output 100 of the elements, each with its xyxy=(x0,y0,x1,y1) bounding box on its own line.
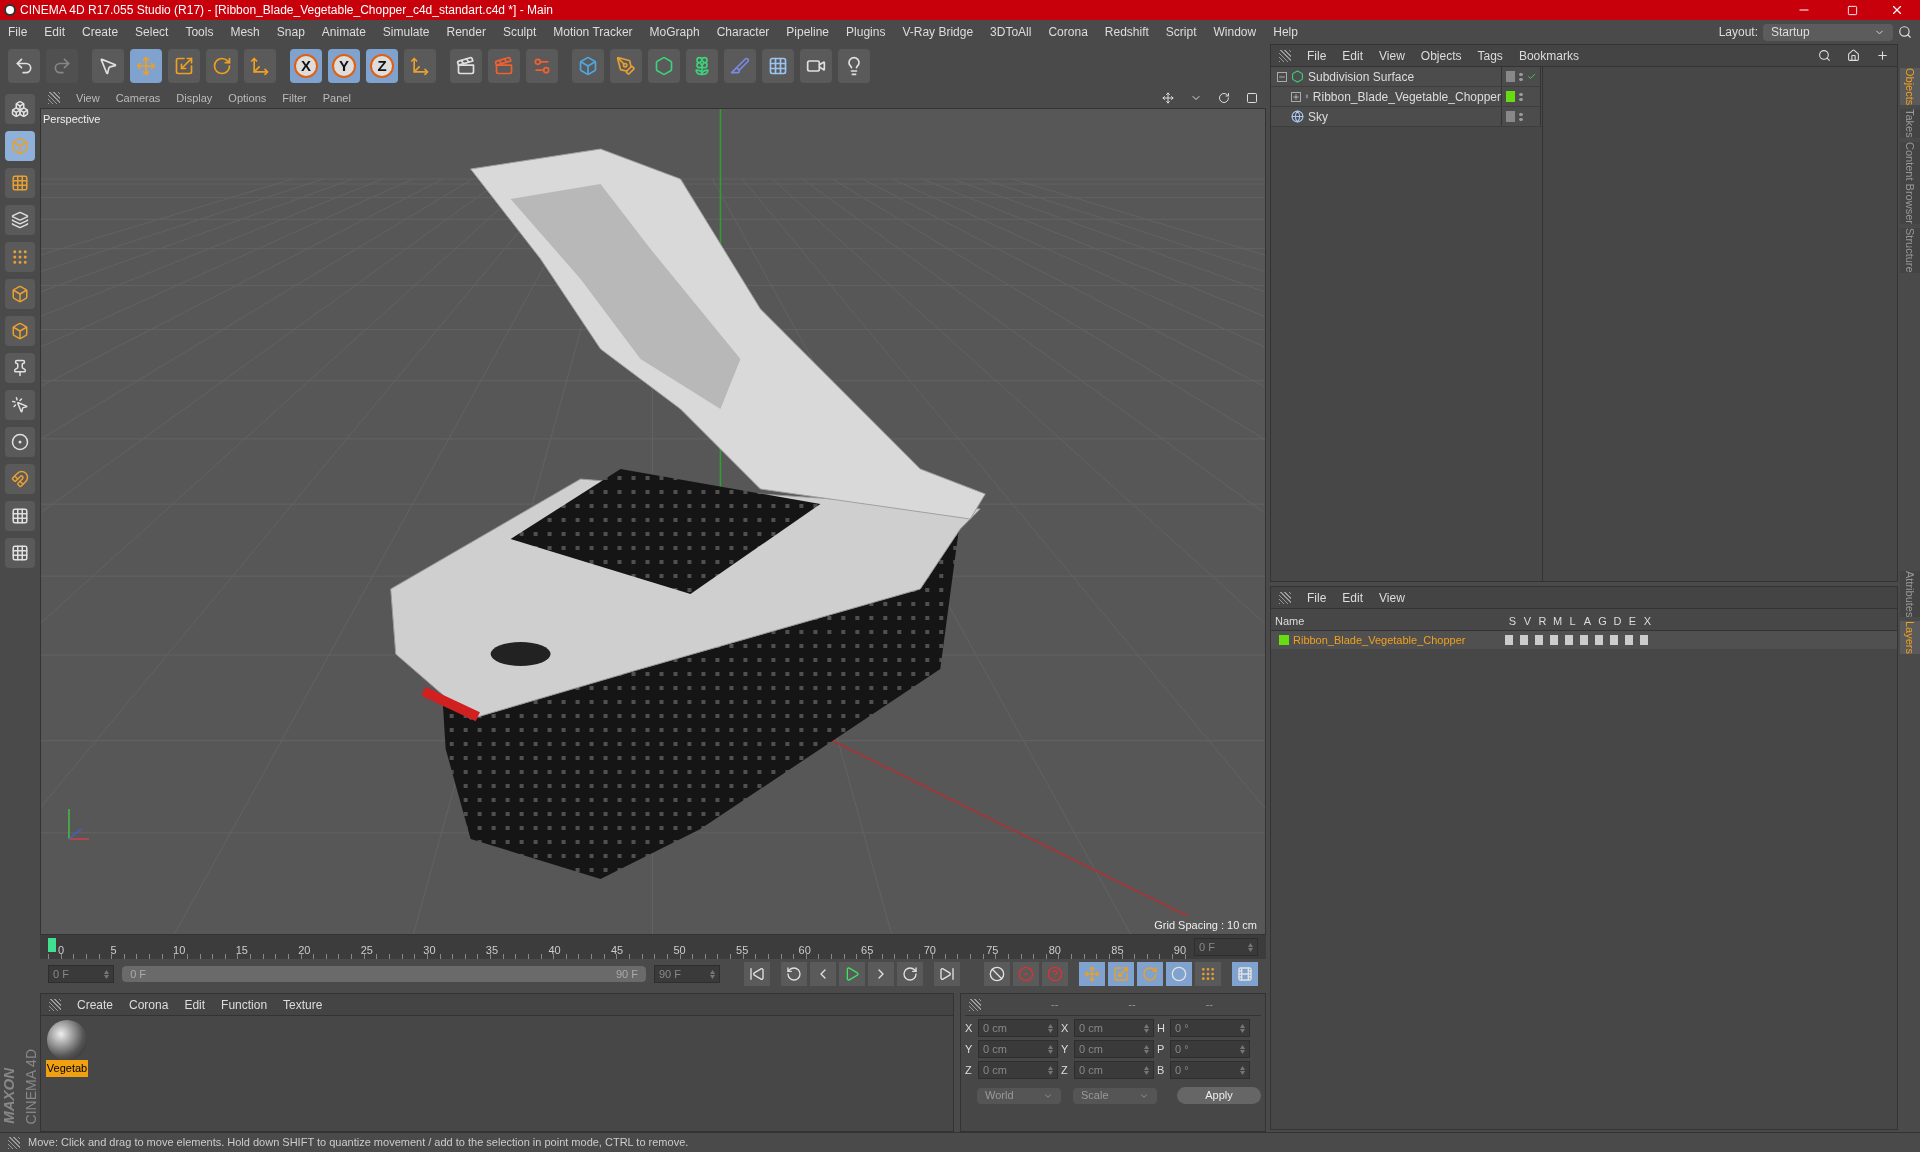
menu-item[interactable]: Help xyxy=(1273,23,1298,41)
mode-button[interactable] xyxy=(5,353,35,383)
rotation-field[interactable]: 0 ° xyxy=(1170,1061,1250,1079)
menu-item[interactable]: Tools xyxy=(185,23,214,41)
menu-item[interactable]: File xyxy=(1307,46,1327,65)
layout-dropdown[interactable]: Startup xyxy=(1763,23,1893,41)
menu-item[interactable]: Edit xyxy=(1342,588,1364,607)
spinner-arrows-icon[interactable] xyxy=(104,969,110,979)
toolbar-button[interactable] xyxy=(8,49,40,83)
menu-item[interactable]: File xyxy=(1307,588,1327,607)
menu-item[interactable]: View xyxy=(1379,588,1405,607)
toolbar-button[interactable] xyxy=(724,49,756,83)
check-icon[interactable] xyxy=(1526,71,1536,82)
toolbar-button[interactable]: Z xyxy=(366,49,398,83)
menu-item[interactable]: 3DToAll xyxy=(990,23,1032,41)
menu-item[interactable]: Edit xyxy=(44,23,66,41)
playback-button[interactable] xyxy=(868,962,894,986)
playback-button[interactable] xyxy=(781,962,807,986)
menu-item[interactable]: View xyxy=(1379,46,1405,65)
menu-item[interactable]: Corona xyxy=(1048,23,1088,41)
new-view-icon[interactable] xyxy=(1876,49,1889,62)
menu-item[interactable]: Window xyxy=(1213,23,1257,41)
animation-tool-button[interactable] xyxy=(984,962,1010,986)
side-tab[interactable]: Attributes xyxy=(1900,570,1920,618)
menu-item[interactable]: Plugins xyxy=(846,23,886,41)
frame-ruler[interactable]: 0 5 10 15 20 25 30 35 40 45 50 55 60 65 70 75 80 85 90 xyxy=(48,935,1186,959)
toolbar-button[interactable] xyxy=(572,49,604,83)
mode-button[interactable] xyxy=(5,279,35,309)
playback-button[interactable] xyxy=(934,962,960,986)
menu-item[interactable]: Character xyxy=(716,23,770,41)
playback-button[interactable] xyxy=(839,962,865,986)
orbit-icon[interactable] xyxy=(1218,92,1230,104)
menu-item[interactable]: File xyxy=(8,23,28,41)
toolbar-button[interactable] xyxy=(92,49,124,83)
toolbar-button[interactable] xyxy=(648,49,680,83)
playback-button[interactable] xyxy=(810,962,836,986)
search-icon[interactable] xyxy=(1818,49,1831,62)
maximize-icon[interactable] xyxy=(1847,4,1858,16)
spinner-arrows-icon[interactable] xyxy=(1248,942,1253,952)
spinner-arrows-icon[interactable] xyxy=(1048,1023,1053,1033)
playback-button[interactable] xyxy=(897,962,923,986)
toolbar-button[interactable]: Y xyxy=(328,49,360,83)
menu-item[interactable]: View xyxy=(76,89,100,107)
toolbar-button[interactable] xyxy=(610,49,642,83)
menu-item[interactable]: Corona xyxy=(129,995,169,1014)
toolbar-button[interactable] xyxy=(206,49,238,83)
toolbar-button[interactable] xyxy=(488,49,520,83)
side-tab[interactable]: Takes xyxy=(1900,109,1920,139)
menu-item[interactable]: Motion Tracker xyxy=(553,23,633,41)
mode-button[interactable] xyxy=(5,464,35,494)
menu-item[interactable]: Create xyxy=(77,995,114,1014)
menu-item[interactable]: Options xyxy=(228,89,267,107)
toolbar-button[interactable] xyxy=(526,49,558,83)
animation-tool-button[interactable] xyxy=(1195,962,1221,986)
mode-button[interactable] xyxy=(5,242,35,272)
visibility-dots-icon[interactable] xyxy=(1519,111,1523,122)
close-icon[interactable] xyxy=(1890,3,1904,17)
mode-button[interactable] xyxy=(5,94,35,124)
toolbar-button[interactable] xyxy=(450,49,482,83)
pan-icon[interactable] xyxy=(1162,92,1174,104)
menu-item[interactable]: Simulate xyxy=(382,23,430,41)
toolbar-button[interactable] xyxy=(244,49,276,83)
object-name[interactable]: Sky xyxy=(1308,107,1328,126)
material-swatch[interactable]: Vegetab xyxy=(45,1020,89,1077)
side-tab[interactable]: Structure xyxy=(1900,228,1920,273)
search-icon[interactable] xyxy=(1898,25,1912,39)
spinner-arrows-icon[interactable] xyxy=(1144,1044,1149,1054)
menu-item[interactable]: Function xyxy=(221,995,268,1014)
menu-item[interactable]: Pipeline xyxy=(786,23,830,41)
menu-item[interactable]: Tags xyxy=(1477,46,1503,65)
toolbar-button[interactable] xyxy=(800,49,832,83)
toolbar-button[interactable] xyxy=(686,49,718,83)
collapse-toggle-icon[interactable] xyxy=(1277,71,1287,82)
object-row[interactable]: Subdivision Surface xyxy=(1271,67,1542,87)
spinner-arrows-icon[interactable] xyxy=(1240,1023,1245,1033)
visibility-dots-icon[interactable] xyxy=(1519,91,1523,102)
toolbar-button[interactable] xyxy=(404,49,436,83)
rotation-field[interactable]: 0 ° xyxy=(1170,1019,1250,1037)
menu-item[interactable]: Display xyxy=(176,89,213,107)
spinner-arrows-icon[interactable] xyxy=(1240,1065,1245,1075)
menu-item[interactable]: Render xyxy=(446,23,486,41)
maximize-view-icon[interactable] xyxy=(1246,92,1258,104)
menu-item[interactable]: Texture xyxy=(283,995,323,1014)
menu-item[interactable]: Sculpt xyxy=(502,23,537,41)
mode-button[interactable] xyxy=(5,390,35,420)
menu-item[interactable]: Animate xyxy=(321,23,366,41)
menu-item[interactable]: Filter xyxy=(282,89,307,107)
toolbar-button[interactable] xyxy=(762,49,794,83)
toolbar-button[interactable]: X xyxy=(290,49,322,83)
playback-button[interactable] xyxy=(744,962,770,986)
menu-item[interactable]: Snap xyxy=(276,23,305,41)
menu-item[interactable]: Panel xyxy=(322,89,351,107)
object-name[interactable]: Subdivision Surface xyxy=(1308,67,1415,86)
menu-item[interactable]: Edit xyxy=(184,995,206,1014)
menu-item[interactable]: Mesh xyxy=(230,23,260,41)
object-row[interactable]: Ribbon_Blade_Vegetable_Chopper xyxy=(1271,87,1542,107)
rotation-field[interactable]: 0 ° xyxy=(1170,1040,1250,1058)
mode-button[interactable] xyxy=(5,501,35,531)
object-name[interactable]: Ribbon_Blade_Vegetable_Chopper xyxy=(1312,87,1501,106)
object-row[interactable]: Sky xyxy=(1271,107,1542,127)
